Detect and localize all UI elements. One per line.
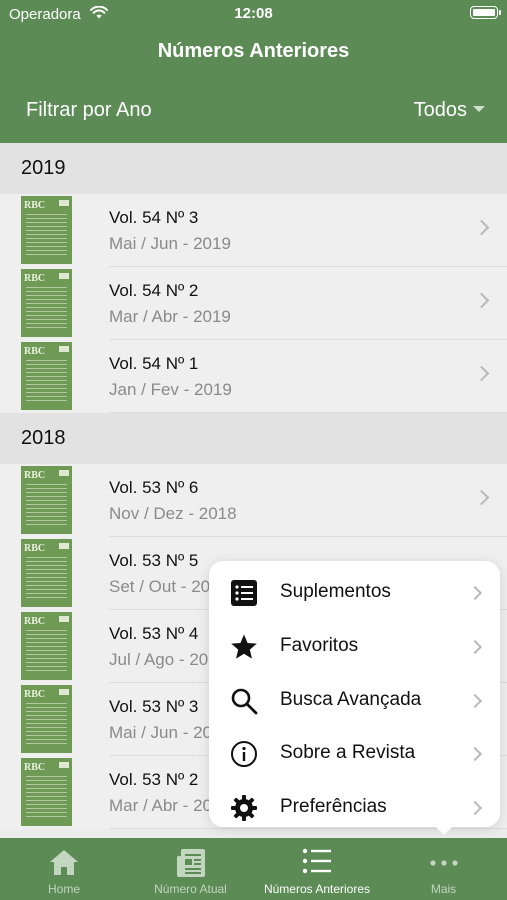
menu-item-favoritos[interactable]: Favoritos [209, 621, 500, 674]
issue-volume: Vol. 54 Nº 1 [109, 354, 199, 373]
tab-bar: Home Número Atual Números Anteriores Mais [0, 838, 507, 900]
issue-row[interactable]: RBC Vol. 53 Nº 6 Nov / Dez - 2018 [0, 464, 507, 537]
issue-date: Nov / Dez - 2018 [109, 504, 237, 523]
menu-item-sobre-a-revista[interactable]: Sobre a Revista [209, 728, 500, 781]
tab-mais[interactable]: Mais [381, 838, 507, 900]
info-icon [230, 740, 258, 768]
cover-badge [59, 200, 69, 206]
tab-label: Mais [430, 882, 457, 896]
cover-logo: RBC [24, 200, 46, 211]
menu-item-label: Sobre a Revista [280, 742, 416, 764]
row-divider [109, 412, 507, 413]
cover-logo: RBC [24, 689, 46, 700]
cover-text [26, 484, 67, 528]
search-icon [230, 687, 258, 715]
issue-row[interactable]: RBC Vol. 54 Nº 1 Jan / Fev - 2019 [0, 340, 507, 413]
issue-date: Mai / Jun - 2019 [109, 234, 231, 253]
more-menu-popup: Suplementos Favoritos Busca Avançada Sobre … [209, 561, 500, 835]
cover-text [26, 360, 67, 404]
year-filter-select[interactable]: Todos [414, 99, 467, 122]
navigation-header: Operadora 12:08 Números Anteriores Filtr… [0, 0, 507, 143]
chevron-right-icon [467, 693, 483, 708]
tab-números-anteriores[interactable]: Números Anteriores [254, 838, 380, 900]
issue-date: Jan / Fev - 2019 [109, 380, 232, 399]
chevron-right-icon [467, 801, 483, 816]
battery-icon [470, 6, 501, 19]
issue-volume: Vol. 54 Nº 2 [109, 281, 199, 300]
tab-label: Home [47, 882, 80, 896]
gear-icon [230, 794, 258, 822]
star-icon [230, 633, 258, 661]
cover-logo: RBC [24, 543, 46, 554]
cover-text [26, 776, 67, 820]
chevron-right-icon [473, 489, 490, 506]
issue-volume: Vol. 53 Nº 6 [109, 478, 199, 497]
menu-item-label: Favoritos [280, 634, 359, 656]
tab-label: Número Atual [154, 882, 227, 896]
cover-logo: RBC [24, 346, 46, 357]
cover-text [26, 214, 67, 258]
cover-logo: RBC [24, 616, 46, 627]
issue-date: Mar / Abr - 2019 [109, 307, 231, 326]
cover-badge [59, 616, 69, 622]
home-icon [49, 848, 79, 881]
newspaper-icon [176, 848, 206, 883]
issue-cover-thumbnail: RBC [21, 758, 72, 826]
cover-text [26, 630, 67, 674]
cover-badge [59, 346, 69, 352]
cover-badge [59, 689, 69, 695]
menu-item-busca-avançada[interactable]: Busca Avançada [209, 675, 500, 728]
menu-item-suplementos[interactable]: Suplementos [209, 567, 500, 620]
issue-row[interactable]: RBC Vol. 54 Nº 3 Mai / Jun - 2019 [0, 194, 507, 267]
more-icon [429, 848, 459, 879]
section-header-year: 2018 [0, 413, 507, 464]
page-title: Números Anteriores [157, 40, 350, 62]
menu-item-preferências[interactable]: Preferências [209, 782, 500, 835]
chevron-right-icon [467, 747, 483, 762]
cover-badge [59, 543, 69, 549]
chevron-right-icon [473, 365, 490, 382]
issue-cover-thumbnail: RBC [21, 539, 72, 607]
menu-item-label: Suplementos [280, 581, 391, 602]
cover-badge [59, 273, 69, 279]
chevron-right-icon [467, 585, 483, 601]
issue-volume: Vol. 53 Nº 4 [109, 624, 199, 643]
issue-cover-thumbnail: RBC [21, 269, 72, 337]
issue-volume: Vol. 53 Nº 3 [109, 697, 199, 716]
cover-badge [59, 470, 69, 476]
chevron-right-icon [473, 219, 490, 236]
issue-cover-thumbnail: RBC [21, 196, 72, 264]
issue-volume: Vol. 53 Nº 2 [109, 770, 199, 789]
tab-home[interactable]: Home [1, 838, 127, 900]
issue-cover-thumbnail: RBC [21, 342, 72, 410]
list-icon [302, 848, 332, 879]
issue-cover-thumbnail: RBC [21, 612, 72, 680]
issue-cover-thumbnail: RBC [21, 685, 72, 753]
filter-label: Filtrar por Ano [26, 99, 152, 121]
cover-logo: RBC [24, 762, 46, 773]
cover-logo: RBC [24, 470, 46, 481]
tab-label: Números Anteriores [263, 882, 371, 896]
list-icon [230, 579, 258, 607]
chevron-right-icon [467, 639, 483, 654]
cover-text [26, 703, 67, 747]
status-time: 12:08 [234, 5, 273, 22]
issue-volume: Vol. 54 Nº 3 [109, 208, 199, 227]
issue-volume: Vol. 53 Nº 5 [109, 551, 199, 570]
menu-item-label: Busca Avançada [280, 688, 422, 710]
tab-número-atual[interactable]: Número Atual [128, 838, 254, 900]
status-bar: Operadora 12:08 [0, 0, 507, 28]
cover-badge [59, 762, 69, 768]
section-header-year: 2019 [0, 143, 507, 194]
caret-down-icon[interactable] [473, 106, 485, 112]
cover-logo: RBC [24, 273, 46, 284]
chevron-right-icon [473, 292, 490, 309]
cover-text [26, 287, 67, 331]
issue-cover-thumbnail: RBC [21, 466, 72, 534]
issue-row[interactable]: RBC Vol. 54 Nº 2 Mar / Abr - 2019 [0, 267, 507, 340]
menu-item-label: Preferências [280, 796, 387, 818]
cover-text [26, 557, 67, 601]
